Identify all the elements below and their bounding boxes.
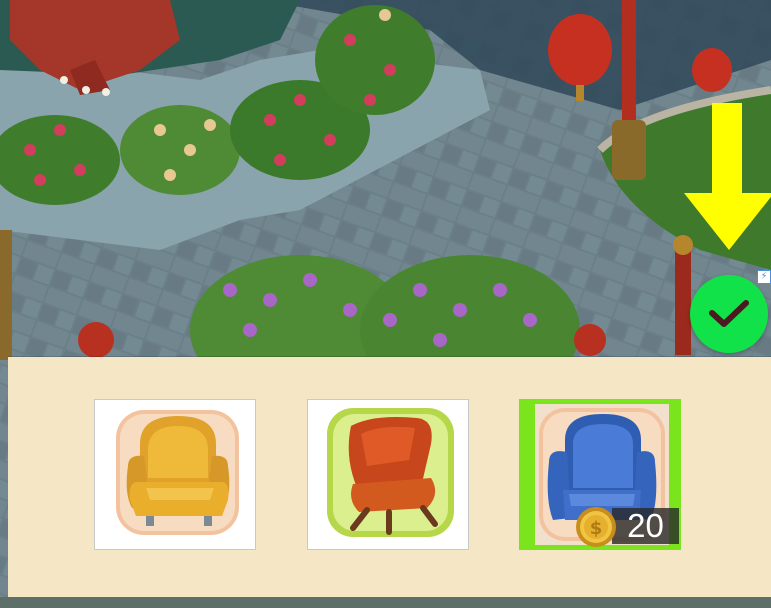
furniture-option-orange-lounge-chair[interactable] (307, 399, 469, 550)
orange-lounge-chair-icon (323, 404, 458, 541)
checkmark-icon (709, 300, 749, 327)
gold-coin-icon: $ (576, 507, 616, 547)
confirm-button[interactable] (690, 275, 768, 353)
price-tag: 20 $ (574, 507, 680, 547)
lightning-icon: ⚡ (757, 270, 771, 284)
furniture-selection-panel: 20 $ (8, 357, 771, 597)
price-amount: 20 (627, 507, 664, 544)
svg-text:$: $ (590, 518, 603, 539)
furniture-option-yellow-armchair[interactable] (94, 399, 256, 550)
furniture-option-blue-armchair[interactable]: 20 $ (519, 399, 681, 550)
yellow-armchair-icon (110, 404, 245, 541)
hint-down-arrow-icon (684, 103, 771, 250)
